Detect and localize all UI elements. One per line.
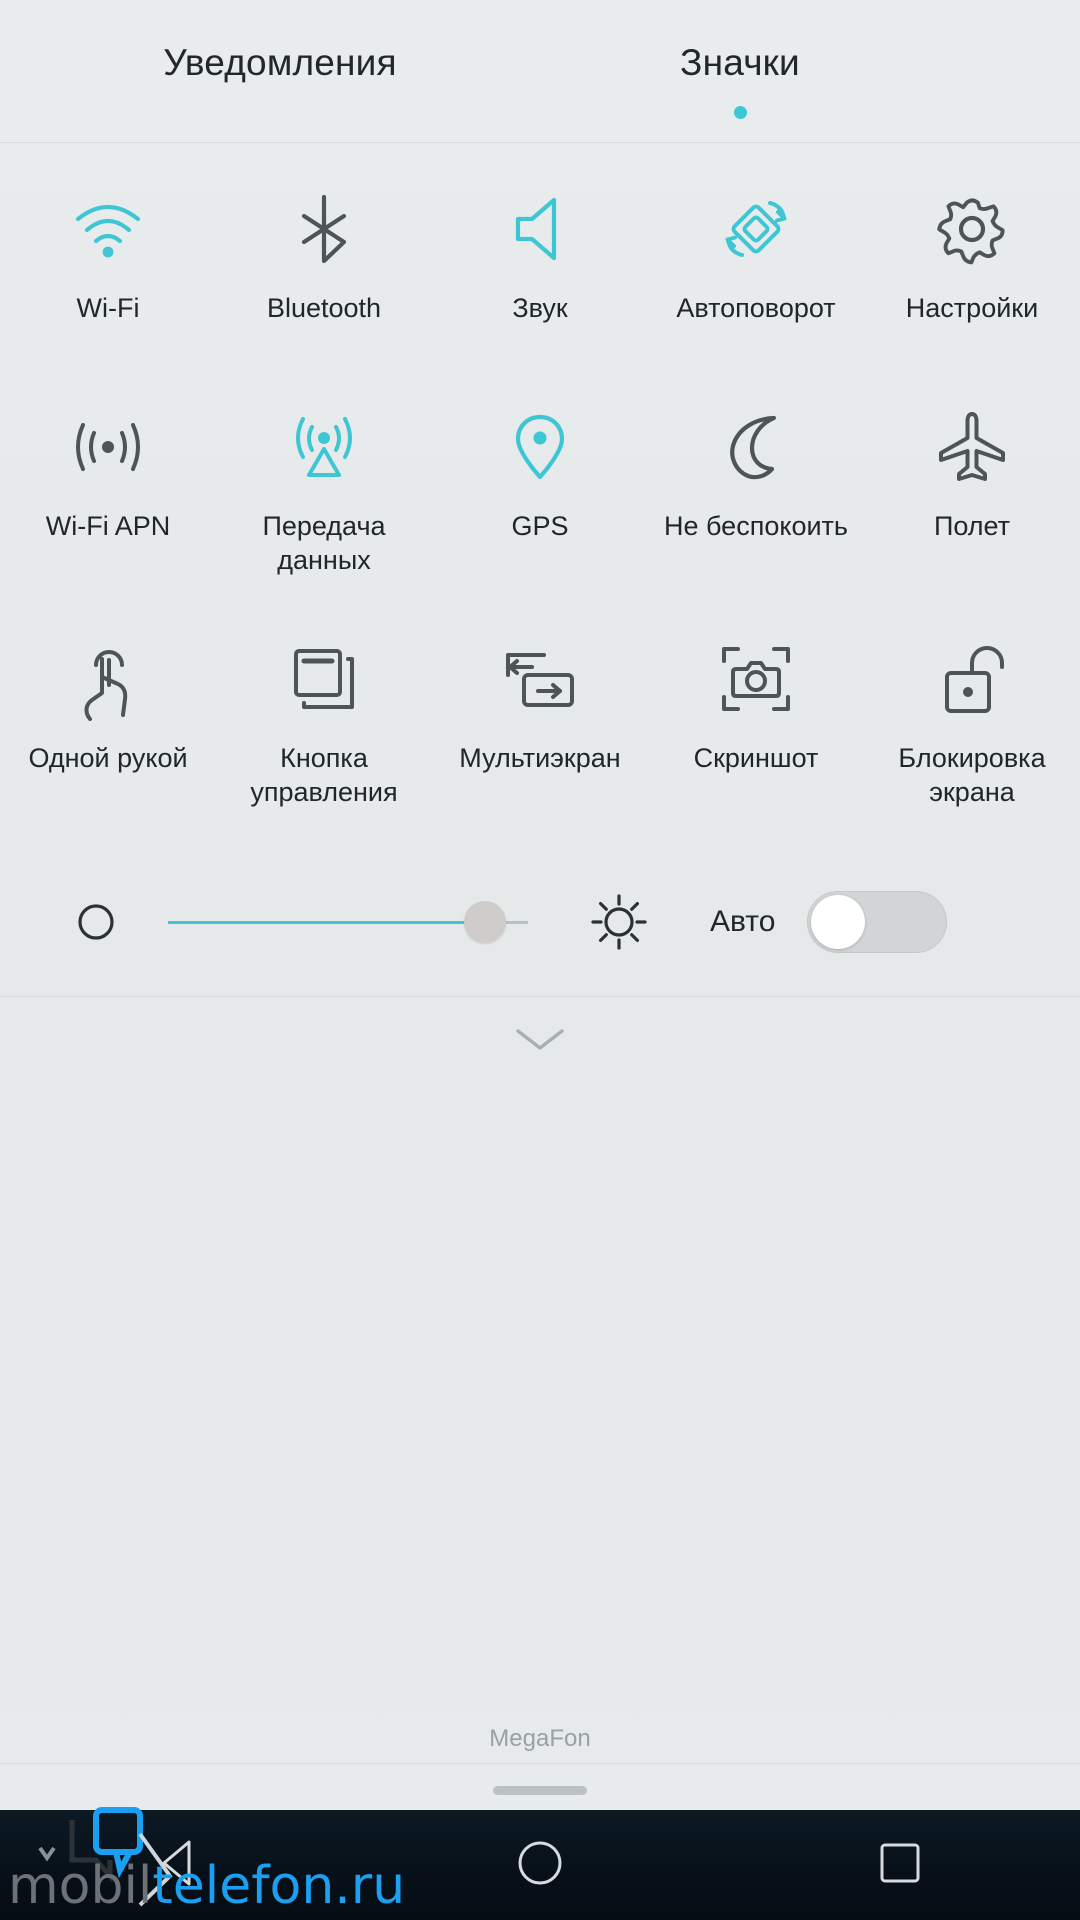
- tile-screenshot-label: Скриншот: [693, 743, 819, 773]
- expand-panel-handle[interactable]: [0, 997, 1080, 1085]
- auto-brightness-label: Авто: [710, 904, 776, 938]
- tile-row-1: Wi-Fi Bluetooth Звук Автоповорот Настрой…: [0, 165, 1080, 383]
- tile-one-hand-mode-label: Одной рукой: [28, 743, 188, 773]
- moon-icon: [712, 403, 800, 491]
- slider-filled-track: [168, 920, 485, 924]
- tile-row-2: Wi-Fi APN Передача данных GPS Не беспоко…: [0, 383, 1080, 615]
- tile-one-hand-mode[interactable]: Одной рукой: [0, 615, 216, 847]
- panel-tabbar: Уведомления Значки: [0, 0, 1080, 143]
- nav-home-button[interactable]: [360, 1810, 720, 1920]
- sound-icon: [496, 185, 584, 273]
- quick-settings-screen: Уведомления Значки Wi-Fi Bluetooth Звук …: [0, 0, 1080, 1920]
- nav-back-button[interactable]: [0, 1810, 360, 1920]
- nav-button-icon: [280, 635, 368, 723]
- screen-lock-icon: [928, 635, 1016, 723]
- tab-notifications-label: Уведомления: [163, 42, 397, 83]
- tile-wifi-apn-label: Wi-Fi APN: [45, 511, 171, 541]
- location-pin-icon: [496, 403, 584, 491]
- tile-screen-lock-label: Блокировка экрана: [898, 743, 1046, 807]
- airplane-icon: [928, 403, 1016, 491]
- tile-gps-label: GPS: [511, 511, 569, 541]
- brightness-low-icon: [58, 897, 134, 947]
- one-hand-icon: [64, 635, 152, 723]
- panel-bottom-divider: [0, 1763, 1080, 1764]
- tile-gps[interactable]: GPS: [432, 383, 648, 615]
- tile-do-not-disturb-label: Не беспокоить: [664, 511, 848, 541]
- brightness-high-icon: [564, 891, 674, 953]
- tile-nav-button-label: Кнопка управления: [250, 743, 398, 807]
- system-navigation-bar: [0, 1810, 1080, 1920]
- tile-wifi-apn[interactable]: Wi-Fi APN: [0, 383, 216, 615]
- tab-icons[interactable]: Значки: [560, 0, 920, 119]
- slider-thumb[interactable]: [463, 900, 506, 943]
- home-circle-icon: [513, 1836, 567, 1895]
- tile-screen-lock[interactable]: Блокировка экрана: [864, 615, 1080, 847]
- settings-gear-icon: [928, 185, 1016, 273]
- brightness-slider[interactable]: [168, 899, 528, 945]
- auto-rotate-icon: [712, 185, 800, 273]
- nav-recents-button[interactable]: [720, 1810, 1080, 1920]
- tile-sound[interactable]: Звук: [432, 165, 648, 383]
- tab-icons-label: Значки: [680, 42, 800, 83]
- back-triangle-icon: [153, 1836, 207, 1895]
- mobile-data-icon: [280, 403, 368, 491]
- tile-multiscreen-label: Мультиэкран: [459, 743, 621, 773]
- quick-settings-tiles: Wi-Fi Bluetooth Звук Автоповорот Настрой…: [0, 143, 1080, 847]
- tile-bluetooth-label: Bluetooth: [266, 293, 382, 323]
- tile-do-not-disturb[interactable]: Не беспокоить: [648, 383, 864, 615]
- tile-bluetooth[interactable]: Bluetooth: [216, 165, 432, 383]
- tile-wifi[interactable]: Wi-Fi: [0, 165, 216, 383]
- tile-mobile-data-label: Передача данных: [262, 511, 386, 575]
- auto-brightness-toggle[interactable]: [807, 890, 948, 953]
- panel-drag-handle[interactable]: [493, 1786, 587, 1795]
- tile-screenshot[interactable]: Скриншот: [648, 615, 864, 847]
- tile-settings[interactable]: Настройки: [864, 165, 1080, 383]
- carrier-label: MegaFon: [489, 1725, 591, 1752]
- chevron-down-icon: [510, 1022, 570, 1061]
- recents-square-icon: [873, 1836, 927, 1895]
- multiscreen-icon: [496, 635, 584, 723]
- brightness-control-row: Авто: [0, 847, 1080, 997]
- tile-auto-rotate-label: Автоповорот: [676, 293, 836, 323]
- tile-wifi-label: Wi-Fi: [76, 293, 140, 323]
- wifi-icon: [64, 185, 152, 273]
- tile-row-3: Одной рукой Кнопка управления Мультиэкра…: [0, 615, 1080, 847]
- tile-auto-rotate[interactable]: Автоповорот: [648, 165, 864, 383]
- bluetooth-icon: [280, 185, 368, 273]
- tile-airplane-mode[interactable]: Полет: [864, 383, 1080, 615]
- hotspot-icon: [64, 403, 152, 491]
- tile-settings-label: Настройки: [905, 293, 1039, 323]
- tab-active-indicator-dot: [733, 106, 747, 119]
- tile-mobile-data[interactable]: Передача данных: [216, 383, 432, 615]
- toggle-knob: [811, 894, 866, 949]
- screenshot-camera-icon: [712, 635, 800, 723]
- tile-nav-button[interactable]: Кнопка управления: [216, 615, 432, 847]
- tab-notifications[interactable]: Уведомления: [0, 0, 560, 81]
- tile-airplane-mode-label: Полет: [933, 511, 1011, 541]
- tile-sound-label: Звук: [512, 293, 568, 323]
- tile-multiscreen[interactable]: Мультиэкран: [432, 615, 648, 847]
